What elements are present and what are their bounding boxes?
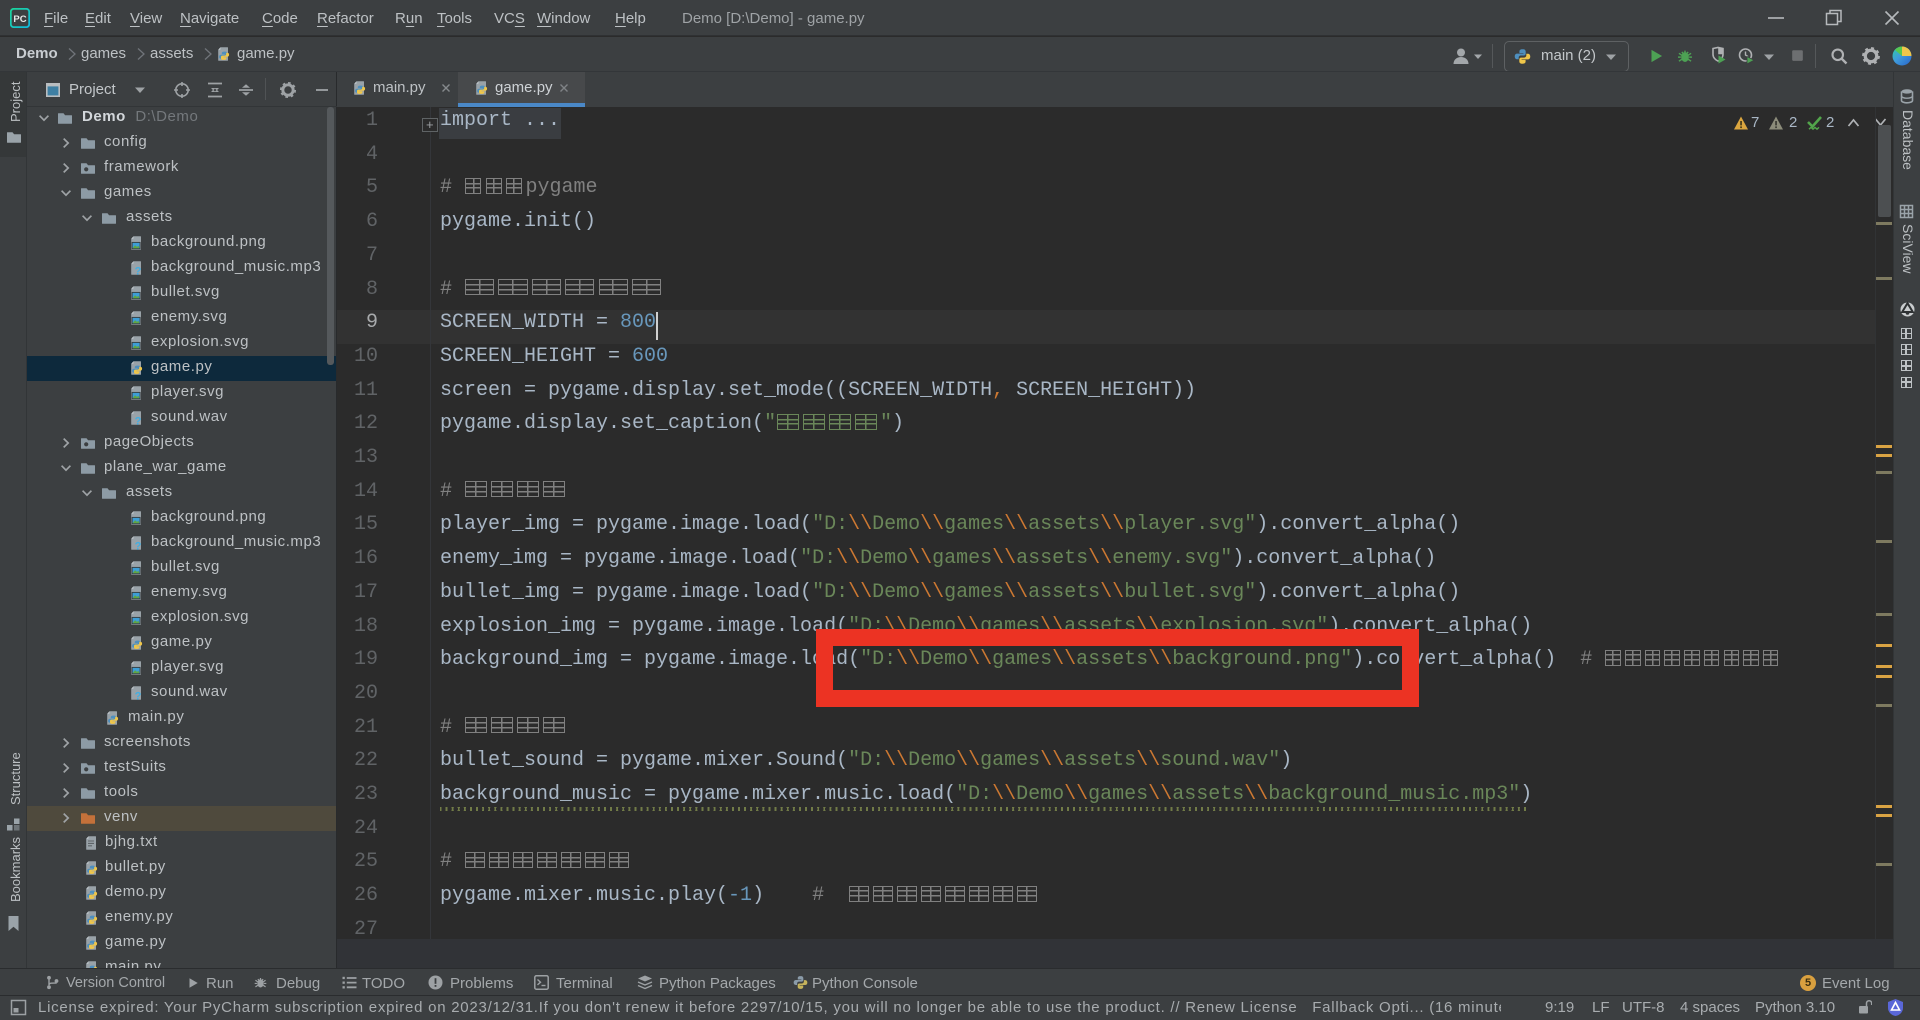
svg-text:PC: PC bbox=[13, 14, 26, 25]
